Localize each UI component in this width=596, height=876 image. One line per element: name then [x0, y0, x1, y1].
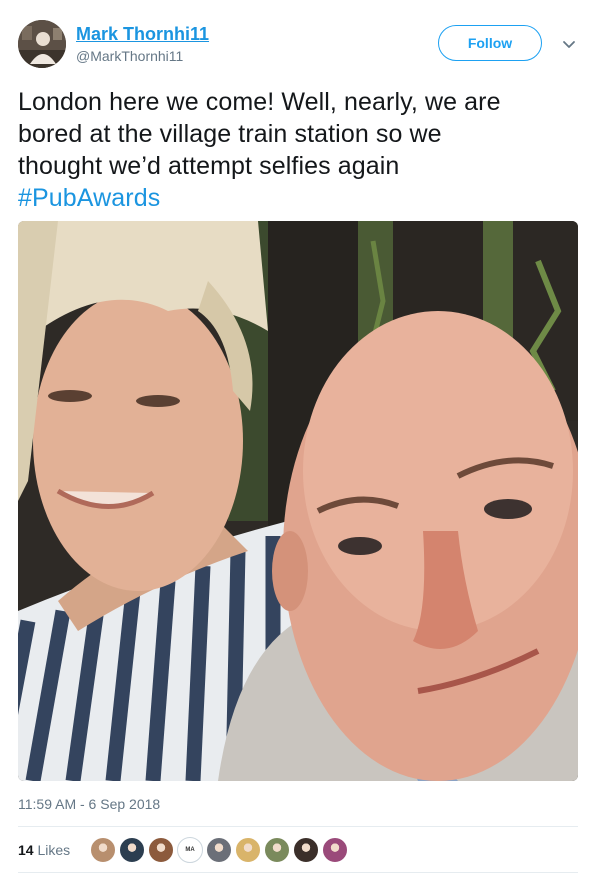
- hashtag-link[interactable]: #PubAwards: [18, 182, 578, 214]
- divider: [18, 872, 578, 873]
- selfie-photo-image: [18, 221, 578, 781]
- tweet-text-line: thought we’d attempt selfies again: [18, 152, 400, 180]
- likes-count[interactable]: 14 Likes: [18, 842, 70, 858]
- tweet-photo[interactable]: [18, 221, 578, 781]
- tweet-text: London here we come! Well, nearly, we ar…: [18, 86, 578, 214]
- liker-avatar-8[interactable]: [293, 837, 319, 863]
- liker-avatar-7[interactable]: [264, 837, 290, 863]
- likes-label: Likes: [37, 842, 71, 858]
- author-avatar-image: [18, 20, 66, 68]
- chevron-down-icon[interactable]: [560, 38, 578, 50]
- liker-avatar-4[interactable]: MA: [177, 837, 203, 863]
- liker-avatar-1[interactable]: [90, 837, 116, 863]
- divider: [18, 826, 578, 827]
- liker-avatar-3[interactable]: [148, 837, 174, 863]
- liker-avatar-2[interactable]: [119, 837, 145, 863]
- tweet-text-line: London here we come! Well, nearly, we ar…: [18, 88, 501, 116]
- follow-button[interactable]: Follow: [438, 25, 542, 61]
- tweet-text-line: bored at the village train station so we: [18, 120, 442, 148]
- author-handle: @MarkThornhi11: [76, 48, 184, 64]
- likes-number: 14: [18, 842, 34, 858]
- author-display-name[interactable]: Mark Thornhi11: [76, 24, 209, 45]
- tweet-timestamp[interactable]: 11:59 AM - 6 Sep 2018: [18, 796, 160, 812]
- tweet-card: Mark Thornhi11 @MarkThornhi11 Follow Lon…: [0, 0, 596, 876]
- liker-avatar-5[interactable]: [206, 837, 232, 863]
- liker-avatar-6[interactable]: [235, 837, 261, 863]
- author-avatar[interactable]: [18, 20, 66, 68]
- liker-avatar-9[interactable]: [322, 837, 348, 863]
